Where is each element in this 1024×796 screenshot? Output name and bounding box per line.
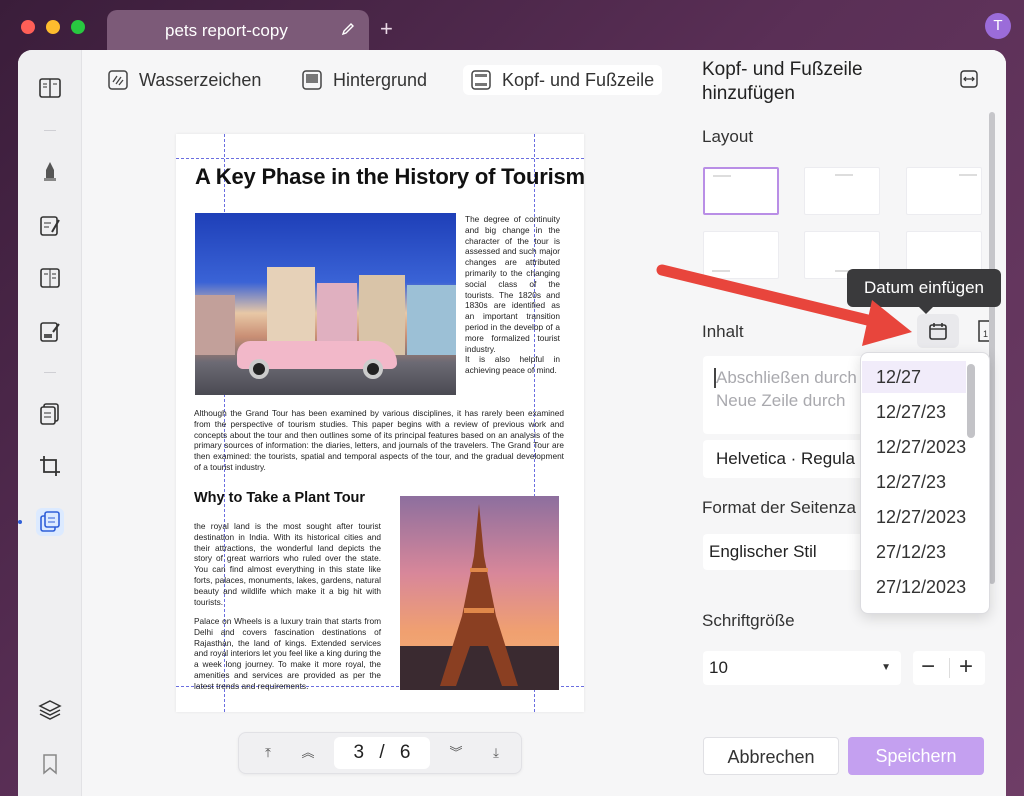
watermark-button[interactable]: Wasserzeichen xyxy=(100,65,269,95)
content-placeholder-line1: Abschließen durch xyxy=(716,368,857,387)
current-page: 3 xyxy=(353,742,365,763)
watermark-label: Wasserzeichen xyxy=(139,69,262,90)
royal-land-paragraph: the royal land is the most sought after … xyxy=(194,521,381,607)
pencil-icon[interactable] xyxy=(341,22,355,41)
bookmark-icon[interactable] xyxy=(36,750,64,778)
intro-paragraph: The degree of continuity and big change … xyxy=(465,214,560,376)
decrease-font-size-button[interactable]: − xyxy=(921,652,935,682)
font-size-stepper: − + xyxy=(913,651,985,685)
active-indicator xyxy=(18,520,22,524)
divider xyxy=(44,372,56,373)
date-format-option[interactable]: 12/27/2023 xyxy=(862,501,966,533)
page-number-format-select[interactable]: Englischer Stil xyxy=(703,534,873,570)
content-textarea[interactable]: Abschließen durch Neue Zeile durch xyxy=(703,356,873,434)
layout-option[interactable] xyxy=(804,167,880,215)
layers-icon[interactable] xyxy=(36,696,64,724)
page-separator: / xyxy=(379,742,385,763)
date-format-option[interactable]: 12/27 xyxy=(862,361,966,393)
crop-icon[interactable] xyxy=(36,452,64,480)
save-button[interactable]: Speichern xyxy=(848,737,984,775)
content-label: Inhalt xyxy=(702,322,744,341)
minimize-window-button[interactable] xyxy=(46,20,60,34)
date-format-option[interactable]: 12/27/2023 xyxy=(862,431,966,463)
header-footer-button[interactable]: Kopf- und Fußzeile xyxy=(463,65,663,95)
first-page-icon[interactable]: ⤒ xyxy=(259,744,277,762)
avatar[interactable]: T xyxy=(985,13,1011,39)
chevron-down-icon: ▼ xyxy=(881,662,891,673)
background-label: Hintergrund xyxy=(333,69,428,90)
svg-text:1: 1 xyxy=(983,329,988,339)
panel-title: Kopf- und Fußzeile hinzufügen xyxy=(702,59,863,104)
date-format-option[interactable]: 12/27/23 xyxy=(862,466,966,498)
palace-paragraph: Palace on Wheels is a luxury train that … xyxy=(194,616,381,691)
last-page-icon[interactable]: ⤓ xyxy=(487,744,505,762)
new-tab-button[interactable]: + xyxy=(380,18,393,40)
date-format-option[interactable]: 27/12/23 xyxy=(862,536,966,568)
layout-option[interactable] xyxy=(906,167,982,215)
layout-option[interactable] xyxy=(703,167,779,215)
increase-font-size-button[interactable]: + xyxy=(959,652,973,682)
font-size-label: Schriftgröße xyxy=(702,611,795,630)
dropdown-scrollbar[interactable] xyxy=(967,364,975,438)
section-heading: Why to Take a Plant Tour xyxy=(194,490,366,506)
insert-date-icon[interactable] xyxy=(917,314,959,348)
tab-title: pets report-copy xyxy=(165,21,288,40)
page-number-format-label: Format der Seitenza xyxy=(702,498,857,517)
document-tab[interactable]: pets report-copy xyxy=(107,10,369,52)
pages-icon[interactable] xyxy=(36,400,64,428)
form-icon[interactable] xyxy=(36,264,64,292)
previous-page-icon[interactable]: ︽ xyxy=(299,744,317,762)
font-size-value: 10 xyxy=(709,658,728,677)
collapse-panel-icon[interactable] xyxy=(960,70,978,88)
title-bar: pets report-copy + T xyxy=(0,0,1024,52)
background-icon xyxy=(302,70,322,90)
page-number-input[interactable]: 3 / 6 xyxy=(334,737,430,769)
app-window: Wasserzeichen Hintergrund Kopf- und Fußz… xyxy=(18,50,1006,796)
total-pages: 6 xyxy=(399,742,411,763)
havana-car-image xyxy=(195,213,456,395)
margin-guide xyxy=(176,158,584,159)
close-window-button[interactable] xyxy=(21,20,35,34)
date-format-option[interactable]: 12/27/23 xyxy=(862,396,966,428)
insert-date-tooltip: Datum einfügen xyxy=(847,269,1001,314)
font-size-select[interactable]: 10 ▼ xyxy=(703,651,901,685)
cancel-button[interactable]: Abbrechen xyxy=(703,737,839,775)
divider xyxy=(44,130,56,131)
watermark-icon xyxy=(108,70,128,90)
header-footer-icon xyxy=(471,70,491,90)
page-tools-icon[interactable] xyxy=(36,508,64,536)
reader-icon[interactable] xyxy=(36,74,64,102)
layout-option[interactable] xyxy=(703,231,779,279)
grand-tour-paragraph: Although the Grand Tour has been examine… xyxy=(194,408,564,472)
left-toolbar xyxy=(18,50,82,796)
background-button[interactable]: Hintergrund xyxy=(294,65,435,95)
next-page-icon[interactable]: ︾ xyxy=(447,744,465,762)
font-select[interactable]: Helvetica · Regula xyxy=(703,440,873,478)
content-placeholder-line2: Neue Zeile durch xyxy=(716,391,846,410)
maximize-window-button[interactable] xyxy=(71,20,85,34)
date-format-option[interactable]: 27/12/2023 xyxy=(862,571,966,603)
font-value: Helvetica · Regula xyxy=(716,449,855,468)
sign-icon[interactable] xyxy=(36,318,64,346)
eiffel-tower-image xyxy=(400,496,559,690)
highlighter-icon[interactable] xyxy=(36,156,64,184)
page-number-format-value: Englischer Stil xyxy=(709,542,817,561)
edit-text-icon[interactable] xyxy=(36,212,64,240)
header-footer-label: Kopf- und Fußzeile xyxy=(502,69,655,90)
page-navigator: ⤒ ︽ 3 / 6 ︾ ⤓ xyxy=(238,732,522,774)
document-title: A Key Phase in the History of Tourism xyxy=(195,164,584,189)
document-page[interactable]: A Key Phase in the History of Tourism Th… xyxy=(176,134,584,712)
layout-label: Layout xyxy=(702,127,754,146)
